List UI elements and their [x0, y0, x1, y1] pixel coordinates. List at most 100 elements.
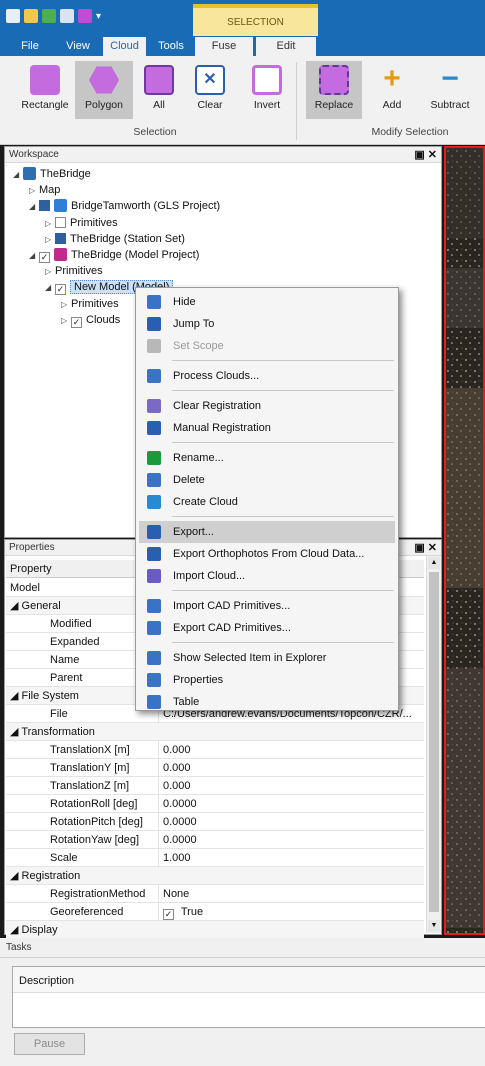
people-icon[interactable]: [42, 9, 56, 23]
point-cloud-viewport[interactable]: [444, 146, 485, 935]
tree-checkbox[interactable]: [39, 200, 50, 212]
menu-item[interactable]: Export...: [139, 521, 395, 543]
property-value[interactable]: None: [163, 885, 421, 903]
invert-button[interactable]: Invert: [245, 61, 289, 119]
property-value[interactable]: 0.000: [163, 777, 421, 795]
menu-item[interactable]: Manual Registration: [139, 417, 395, 439]
tab-cloud[interactable]: Cloud: [103, 37, 146, 56]
menu-item[interactable]: Import Cloud...: [139, 565, 395, 587]
menu-item[interactable]: Clear Registration: [139, 395, 395, 417]
menu-item[interactable]: Jump To: [139, 313, 395, 335]
expander-icon[interactable]: ◢: [45, 280, 55, 296]
property-row[interactable]: RotationRoll [deg] 0.0000: [6, 795, 424, 813]
property-value[interactable]: 1.000: [163, 849, 421, 867]
tree-item[interactable]: ▷ Map: [29, 182, 60, 198]
property-row[interactable]: TranslationX [m] 0.000: [6, 741, 424, 759]
tab-tools[interactable]: Tools: [151, 37, 191, 56]
menu-item[interactable]: Export Orthophotos From Cloud Data...: [139, 543, 395, 565]
expander-icon[interactable]: ◢: [29, 248, 39, 264]
menu-item[interactable]: Rename...: [139, 447, 395, 469]
tree-item[interactable]: ◢ ✓ TheBridge (Model Project): [29, 247, 199, 263]
all-button[interactable]: All: [143, 61, 175, 119]
invert-selection-icon: [252, 65, 282, 95]
tree-item-label: TheBridge (Model Project): [71, 249, 200, 261]
expander-icon[interactable]: ▷: [61, 297, 71, 313]
menu-item[interactable]: Delete: [139, 469, 395, 491]
tree-item[interactable]: ▷ Primitives: [45, 263, 103, 279]
expander-icon[interactable]: ▷: [29, 183, 39, 199]
tree-item[interactable]: ▷ Primitives: [61, 296, 119, 312]
tree-checkbox[interactable]: ✓: [39, 252, 50, 263]
pane-controls[interactable]: ▣ ✕: [414, 148, 437, 161]
tree-checkbox[interactable]: [55, 216, 66, 228]
properties-scrollbar[interactable]: ▲ ▼: [426, 556, 441, 933]
property-row[interactable]: RotationYaw [deg] 0.0000: [6, 831, 424, 849]
tab-fuse[interactable]: Fuse: [195, 37, 253, 56]
scroll-down-icon[interactable]: ▼: [428, 920, 440, 932]
tasks-description-header[interactable]: Description: [13, 967, 485, 993]
tab-edit[interactable]: Edit: [256, 37, 316, 56]
import-cad-icon: [147, 599, 161, 613]
property-value[interactable]: 0.0000: [163, 795, 421, 813]
menu-item-label: Delete: [173, 474, 205, 486]
rectangle-button[interactable]: Rectangle: [14, 61, 76, 119]
expander-icon[interactable]: ▷: [61, 313, 71, 329]
open-icon[interactable]: [24, 9, 38, 23]
property-row[interactable]: RegistrationMethod None: [6, 885, 424, 903]
book-icon[interactable]: [60, 9, 74, 23]
expander-icon[interactable]: ▷: [45, 264, 55, 280]
property-category[interactable]: ◢ Registration: [6, 867, 424, 885]
tree-item[interactable]: ▷ Primitives: [45, 215, 118, 231]
menu-item[interactable]: Export CAD Primitives...: [139, 617, 395, 639]
tasks-list[interactable]: Description: [12, 966, 485, 1028]
property-category[interactable]: ◢ Display: [6, 921, 424, 939]
expander-icon[interactable]: ▷: [45, 232, 55, 248]
property-category[interactable]: ◢ Transformation: [6, 723, 424, 741]
expander-icon[interactable]: ◢: [13, 167, 23, 183]
save-icon[interactable]: [6, 9, 20, 23]
menu-item[interactable]: Hide: [139, 291, 395, 313]
property-row[interactable]: Georeferenced ✓ True: [6, 903, 424, 921]
property-value[interactable]: 0.000: [163, 759, 421, 777]
tab-file[interactable]: File: [10, 37, 50, 56]
property-row[interactable]: TranslationY [m] 0.000: [6, 759, 424, 777]
property-row[interactable]: TranslationZ [m] 0.000: [6, 777, 424, 795]
tab-view[interactable]: View: [58, 37, 98, 56]
property-value[interactable]: 0.0000: [163, 831, 421, 849]
menu-item[interactable]: Show Selected Item in Explorer: [139, 647, 395, 669]
tree-item[interactable]: ▷ TheBridge (Station Set): [45, 231, 185, 247]
qat-dropdown-icon[interactable]: ▾: [96, 11, 101, 22]
property-row[interactable]: Scale 1.000: [6, 849, 424, 867]
expander-icon[interactable]: ◢: [29, 199, 39, 215]
subtract-button[interactable]: − Subtract: [425, 61, 475, 119]
replace-button[interactable]: Replace: [306, 61, 362, 119]
property-value[interactable]: ✓ True: [163, 903, 421, 921]
tree-checkbox[interactable]: ✓: [55, 284, 66, 296]
polygon-button[interactable]: Polygon: [75, 61, 133, 119]
property-value[interactable]: 0.000: [163, 741, 421, 759]
scrollbar-thumb[interactable]: [429, 572, 439, 912]
georeferenced-checkbox[interactable]: ✓: [163, 909, 174, 920]
pane-controls[interactable]: ▣ ✕: [414, 541, 437, 554]
scroll-up-icon[interactable]: ▲: [428, 557, 440, 569]
menu-item[interactable]: Table: [139, 691, 395, 713]
menu-item[interactable]: Properties: [139, 669, 395, 691]
clear-button[interactable]: ✕ Clear: [187, 61, 233, 119]
menu-item[interactable]: Create Cloud: [139, 491, 395, 513]
menu-item[interactable]: Import CAD Primitives...: [139, 595, 395, 617]
expander-icon[interactable]: ▷: [45, 216, 55, 232]
property-row[interactable]: RotationPitch [deg] 0.0000: [6, 813, 424, 831]
tree-item[interactable]: ◢ TheBridge: [13, 166, 91, 182]
menu-separator: [172, 360, 394, 361]
add-button[interactable]: + Add: [371, 61, 413, 119]
network-icon[interactable]: [78, 9, 92, 23]
pause-button[interactable]: Pause: [14, 1033, 85, 1055]
tree-item[interactable]: ▷ ✓ Clouds: [61, 312, 120, 328]
menu-item[interactable]: Process Clouds...: [139, 365, 395, 387]
property-value[interactable]: 0.0000: [163, 813, 421, 831]
property-category-label: ◢ Registration: [10, 870, 81, 882]
tree-item[interactable]: ◢ BridgeTamworth (GLS Project): [29, 198, 220, 214]
delete-icon: [147, 473, 161, 487]
tree-checkbox[interactable]: ✓: [71, 316, 82, 328]
tree-checkbox[interactable]: [55, 232, 66, 244]
